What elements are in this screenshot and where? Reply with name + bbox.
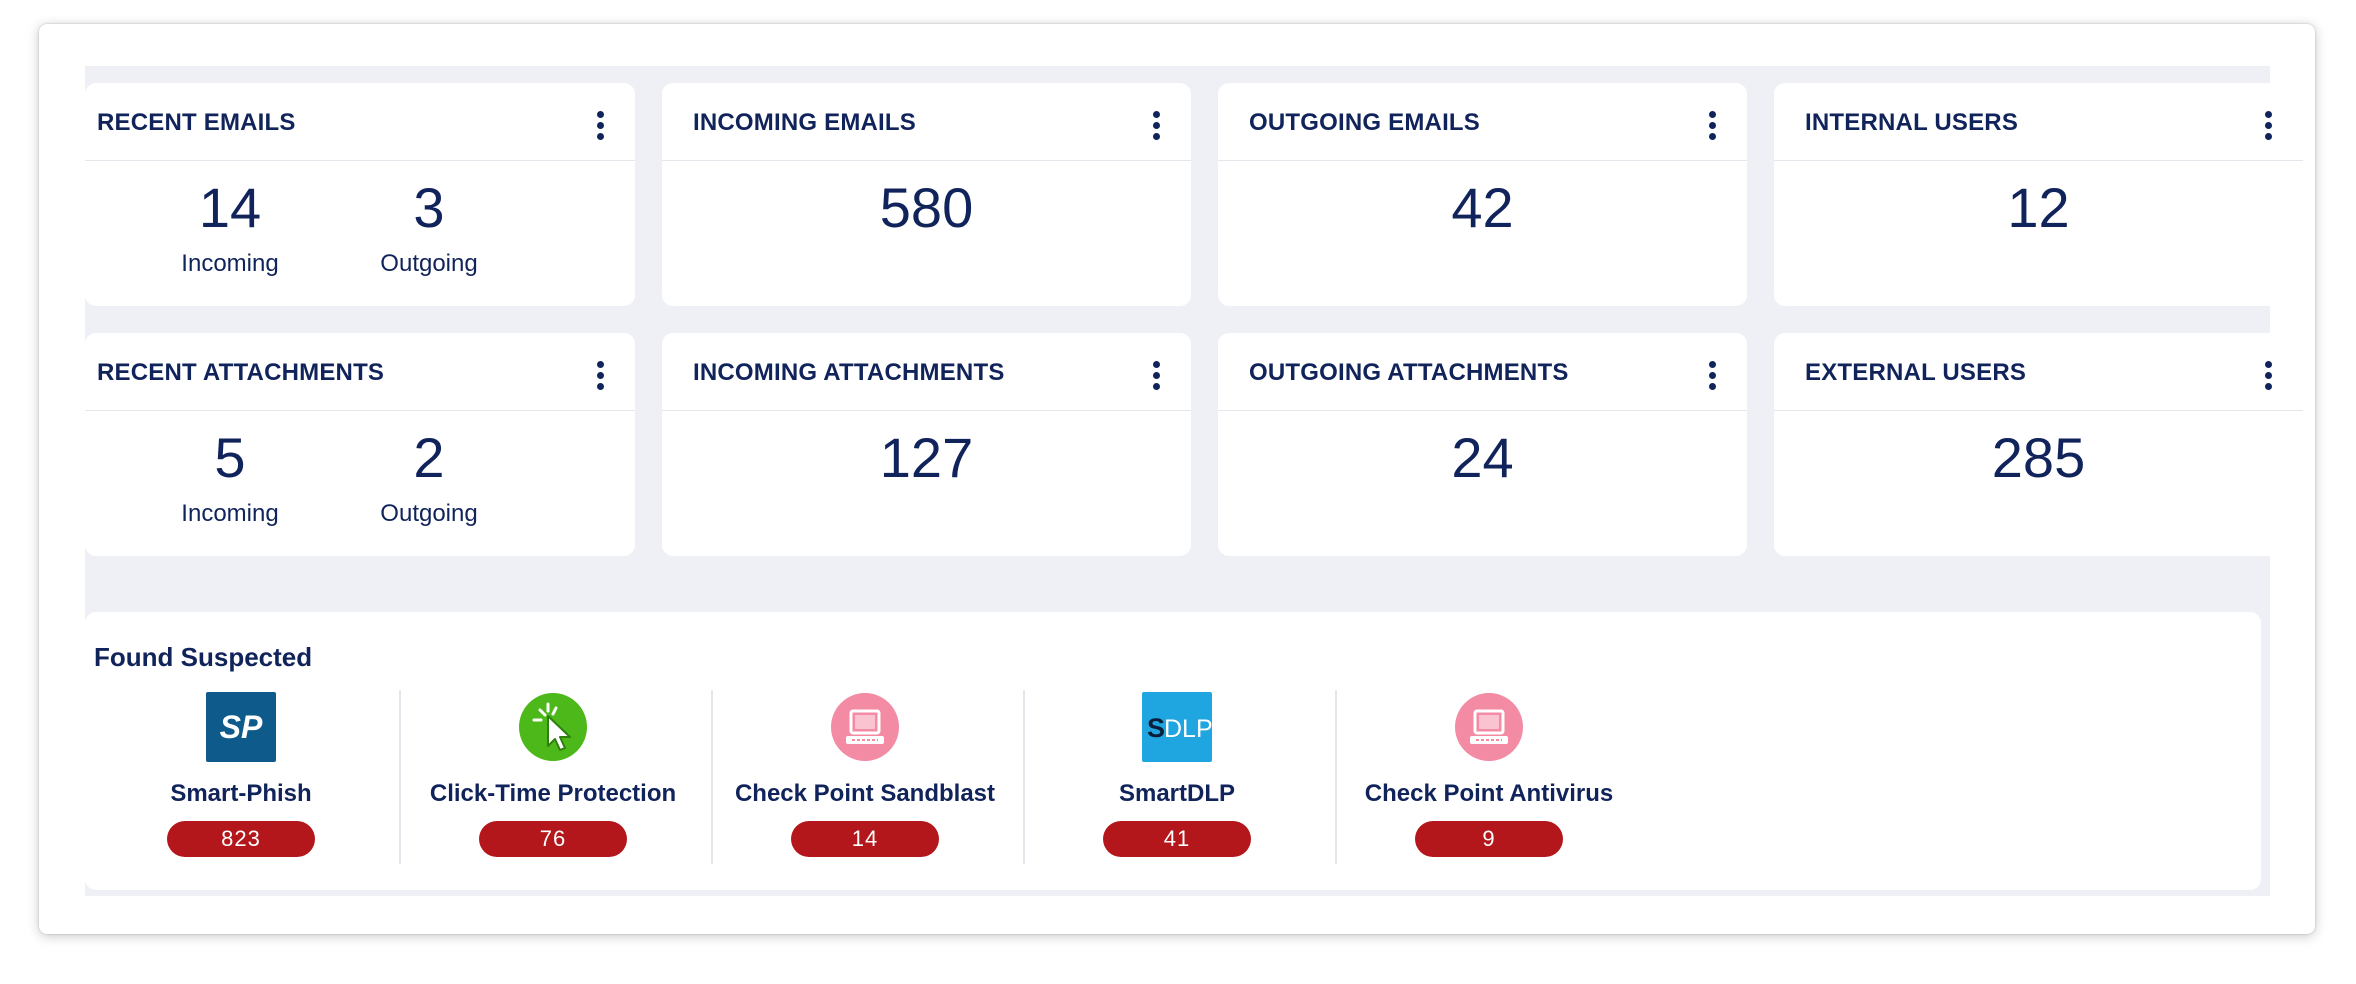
outgoing-label: Outgoing — [380, 500, 478, 527]
card-title: RECENT EMAILS — [97, 109, 296, 136]
outgoing-count: 3 — [413, 176, 445, 239]
card-title: EXTERNAL USERS — [1805, 359, 2027, 386]
tool-name: Smart-Phish — [170, 780, 312, 807]
card-title: INCOMING EMAILS — [693, 109, 916, 136]
tool-name: Check Point Antivirus — [1364, 780, 1614, 807]
tool-count-badge: 14 — [791, 821, 939, 857]
card-header: RECENT EMAILS — [85, 83, 635, 161]
more-options-icon[interactable] — [597, 111, 605, 141]
tool-check-point-antivirus[interactable]: Check Point Antivirus 9 — [1333, 690, 1645, 864]
dashboard-canvas: RECENT EMAILS 14 Incoming 3 Outgoing INC… — [85, 66, 2303, 896]
card-title: INCOMING ATTACHMENTS — [693, 359, 1005, 386]
card-title: OUTGOING ATTACHMENTS — [1249, 359, 1569, 386]
svg-text:SP: SP — [220, 709, 263, 745]
tool-click-time-protection[interactable]: Click-Time Protection 76 — [397, 690, 709, 864]
outgoing-emails-value: 42 — [1451, 176, 1514, 239]
incoming-count: 5 — [214, 426, 246, 489]
cursor-click-icon — [518, 692, 588, 762]
smartdlp-logo-icon: S DLP — [1142, 692, 1213, 762]
recent-attachments-card: RECENT ATTACHMENTS 5 Incoming 2 Outgoing — [85, 333, 635, 556]
tool-name: Check Point Sandblast — [734, 780, 996, 807]
smart-phish-logo-icon: SP — [206, 692, 276, 762]
recent-emails-card: RECENT EMAILS 14 Incoming 3 Outgoing — [85, 83, 635, 306]
incoming-label: Incoming — [181, 250, 279, 277]
found-suspected-title: Found Suspected — [94, 642, 313, 672]
incoming-count: 14 — [198, 176, 262, 239]
tool-name: Click-Time Protection — [429, 780, 677, 807]
outgoing-label: Outgoing — [380, 250, 478, 277]
tool-count-badge: 76 — [479, 821, 627, 857]
card-title: RECENT ATTACHMENTS — [97, 359, 385, 386]
dashboard-window: RECENT EMAILS 14 Incoming 3 Outgoing INC… — [39, 24, 2315, 934]
incoming-attachments-value: 127 — [879, 426, 974, 489]
internal-users-card: INTERNAL USERS 12 — [1774, 83, 2303, 306]
outgoing-emails-card: OUTGOING EMAILS 42 — [1218, 83, 1747, 306]
more-options-icon[interactable] — [1709, 111, 1717, 141]
external-users-card: EXTERNAL USERS 285 — [1774, 333, 2303, 556]
tool-check-point-sandblast[interactable]: Check Point Sandblast 14 — [709, 690, 1021, 864]
more-options-icon[interactable] — [597, 361, 605, 391]
card-title: INTERNAL USERS — [1805, 109, 2019, 136]
more-options-icon[interactable] — [1153, 111, 1161, 141]
incoming-stat: 5 Incoming — [150, 430, 310, 528]
incoming-emails-value: 580 — [879, 176, 974, 239]
computer-monitor-icon — [830, 692, 900, 762]
card-header: INCOMING EMAILS — [662, 83, 1191, 161]
outgoing-attachments-card: OUTGOING ATTACHMENTS 24 — [1218, 333, 1747, 556]
card-header: INTERNAL USERS — [1774, 83, 2303, 161]
svg-text:DLP: DLP — [1164, 715, 1212, 743]
more-options-icon[interactable] — [2265, 111, 2273, 141]
computer-monitor-icon — [1454, 692, 1524, 762]
card-header: OUTGOING ATTACHMENTS — [1218, 333, 1747, 411]
outgoing-stat: 2 Outgoing — [349, 430, 509, 528]
incoming-attachments-card: INCOMING ATTACHMENTS 127 — [662, 333, 1191, 556]
tool-count-badge: 41 — [1103, 821, 1251, 857]
tool-name: SmartDLP — [1118, 780, 1236, 807]
more-options-icon[interactable] — [2265, 361, 2273, 391]
incoming-stat: 14 Incoming — [150, 180, 310, 278]
external-users-value: 285 — [1991, 426, 2086, 489]
more-options-icon[interactable] — [1709, 361, 1717, 391]
outgoing-count: 2 — [413, 426, 445, 489]
card-header: EXTERNAL USERS — [1774, 333, 2303, 411]
tool-count-badge: 9 — [1415, 821, 1563, 857]
tool-count-badge: 823 — [167, 821, 315, 857]
incoming-label: Incoming — [181, 500, 279, 527]
more-options-icon[interactable] — [1153, 361, 1161, 391]
card-header: OUTGOING EMAILS — [1218, 83, 1747, 161]
found-suspected-panel: Found Suspected SP Smart-Phish 823 Click… — [85, 612, 2261, 890]
tool-smartdlp[interactable]: S DLP SmartDLP 41 — [1021, 690, 1333, 864]
svg-text:S: S — [1147, 713, 1165, 743]
card-header: INCOMING ATTACHMENTS — [662, 333, 1191, 411]
outgoing-stat: 3 Outgoing — [349, 180, 509, 278]
incoming-emails-card: INCOMING EMAILS 580 — [662, 83, 1191, 306]
card-title: OUTGOING EMAILS — [1249, 109, 1480, 136]
internal-users-value: 12 — [2007, 176, 2070, 239]
tool-smart-phish[interactable]: SP Smart-Phish 823 — [85, 690, 397, 864]
outgoing-attachments-value: 24 — [1451, 426, 1514, 489]
card-header: RECENT ATTACHMENTS — [85, 333, 635, 411]
